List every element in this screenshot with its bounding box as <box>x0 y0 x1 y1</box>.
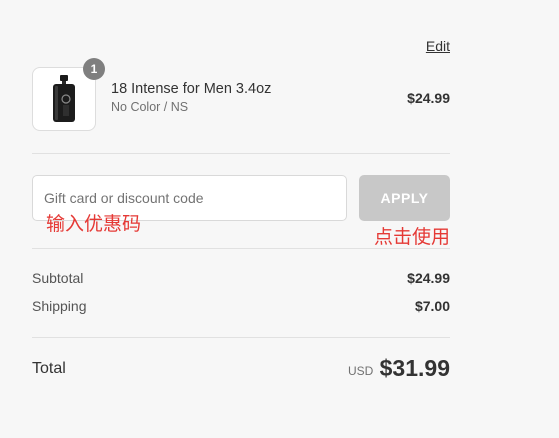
order-summary: Edit 1 18 Intense for Men 3.4oz No Color… <box>32 0 450 438</box>
apply-discount-button[interactable]: APPLY <box>359 175 450 221</box>
total-label: Total <box>32 360 66 377</box>
divider <box>32 153 450 154</box>
cart-line-item: 1 18 Intense for Men 3.4oz No Color / NS… <box>32 58 450 131</box>
product-name: 18 Intense for Men 3.4oz <box>111 81 272 97</box>
shipping-value: $7.00 <box>414 298 450 314</box>
divider <box>32 337 450 338</box>
divider <box>32 248 450 249</box>
shipping-label: Shipping <box>32 298 87 314</box>
product-variant: No Color / NS <box>111 100 189 114</box>
quantity-badge: 1 <box>83 58 105 80</box>
perfume-bottle-icon <box>53 75 75 122</box>
button-hint-annotation: 点击使用 <box>374 226 451 248</box>
product-price: $24.99 <box>407 90 450 106</box>
edit-cart-link[interactable]: Edit <box>426 38 450 54</box>
subtotal-value: $24.99 <box>407 270 450 286</box>
input-hint-annotation: 输入优惠码 <box>46 213 142 235</box>
subtotal-label: Subtotal <box>32 270 84 286</box>
total-value: $31.99 <box>379 355 450 381</box>
total-currency: USD <box>348 364 374 378</box>
